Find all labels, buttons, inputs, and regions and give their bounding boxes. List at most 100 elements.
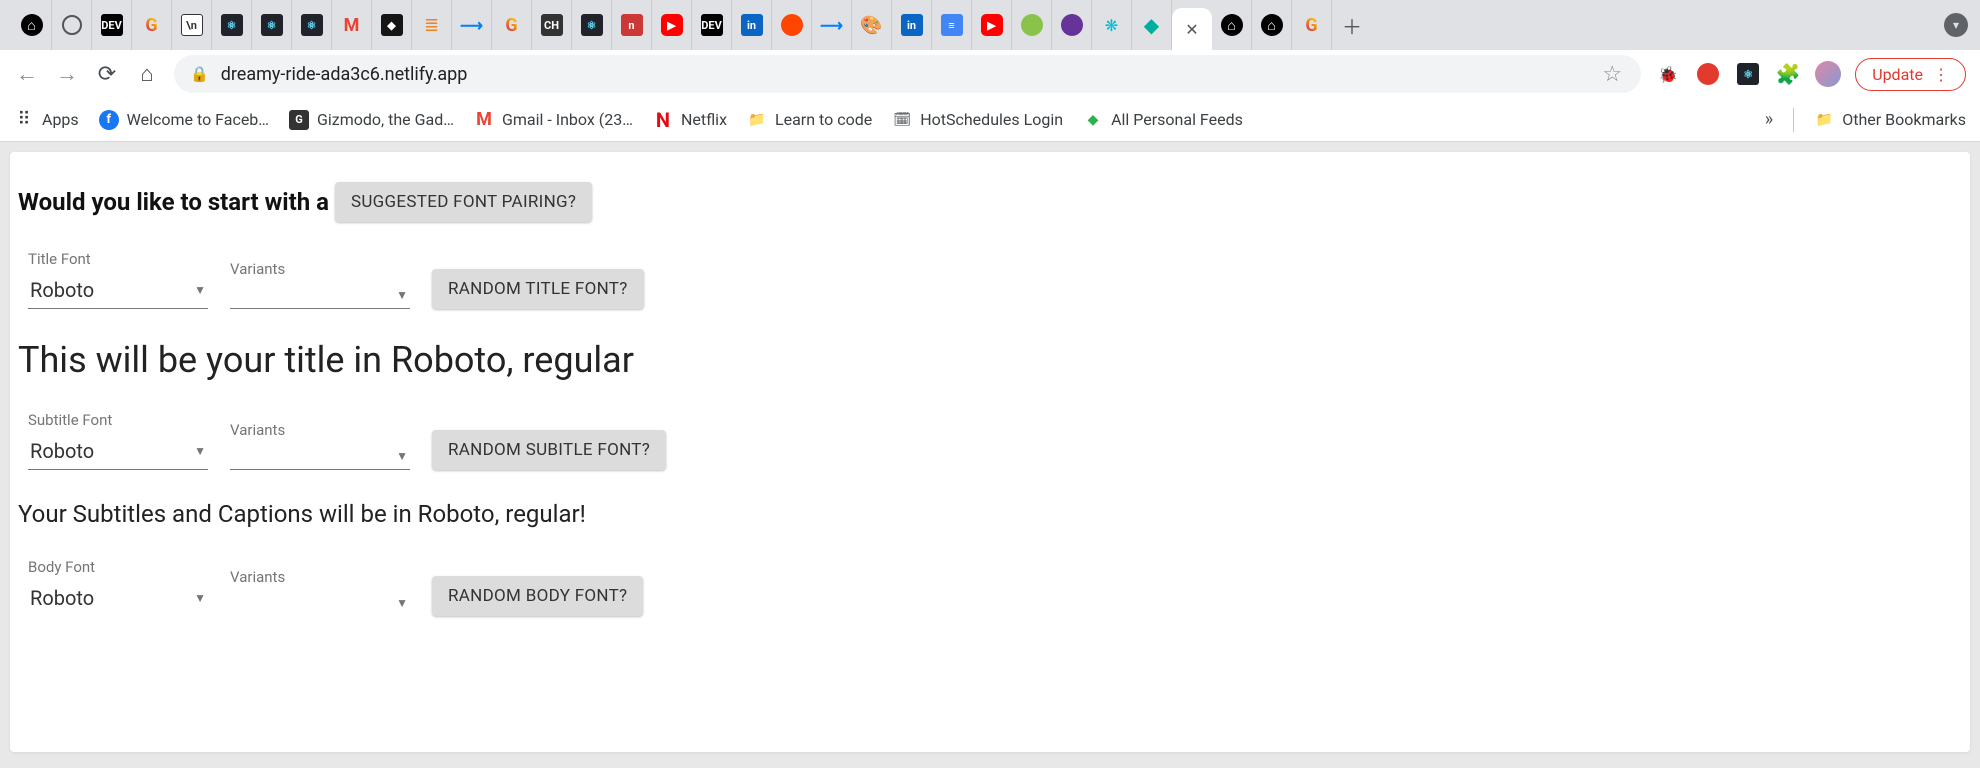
- tab-github[interactable]: ⌂: [12, 0, 52, 50]
- tab-youtube-1[interactable]: ▶: [652, 0, 692, 50]
- tab-dev[interactable]: DEV: [92, 0, 132, 50]
- gmail-icon: M: [474, 110, 494, 130]
- select-value: Roboto: [30, 439, 94, 463]
- title-font-select[interactable]: Title Font Roboto ▼: [28, 250, 208, 309]
- ublock-icon[interactable]: [1695, 61, 1721, 87]
- tab-react-2[interactable]: ⚛: [252, 0, 292, 50]
- bookmark-apps[interactable]: ⠿ Apps: [14, 110, 79, 130]
- subtitle-font-select[interactable]: Subtitle Font Roboto ▼: [28, 411, 208, 470]
- tab-docs[interactable]: ≡: [932, 0, 972, 50]
- tab-menu-button[interactable]: ▾: [1944, 13, 1968, 37]
- apps-icon: ⠿: [14, 110, 34, 130]
- bookmark-label: Gizmodo, the Gad…: [317, 110, 454, 129]
- tab-linkedin-1[interactable]: in: [732, 0, 772, 50]
- tab-npm[interactable]: n: [612, 0, 652, 50]
- tab-gmail[interactable]: M: [332, 0, 372, 50]
- forward-button[interactable]: →: [54, 61, 80, 87]
- subtitle-font-row: Subtitle Font Roboto ▼ Variants ▼ RANDOM…: [18, 411, 1962, 470]
- tab-green[interactable]: [1012, 0, 1052, 50]
- random-subtitle-font-button[interactable]: RANDOM SUBITLE FONT?: [432, 430, 666, 470]
- body-font-select[interactable]: Body Font Roboto ▼: [28, 558, 208, 616]
- subtitle-variants-select[interactable]: Variants ▼: [230, 421, 410, 470]
- tab-stack[interactable]: ≣: [412, 0, 452, 50]
- body-variants-select[interactable]: Variants ▼: [230, 568, 410, 616]
- subtitle-preview: Your Subtitles and Captions will be in R…: [18, 500, 1962, 528]
- bookmark-hotschedules[interactable]: 🗓 HotSchedules Login: [892, 110, 1063, 130]
- bookmark-facebook[interactable]: f Welcome to Faceb…: [99, 110, 269, 130]
- tab-teal[interactable]: ❋: [1092, 0, 1132, 50]
- chevron-down-icon: ▼: [396, 288, 408, 302]
- bookmarks-overflow[interactable]: »: [1765, 109, 1773, 130]
- select-label: Variants: [230, 421, 410, 439]
- select-value: Roboto: [30, 586, 94, 610]
- tab-github-2[interactable]: ⌂: [1212, 0, 1252, 50]
- address-bar[interactable]: 🔒 dreamy-ride-ada3c6.netlify.app ☆: [174, 55, 1641, 93]
- bookmarks-bar: ⠿ Apps f Welcome to Faceb… G Gizmodo, th…: [0, 98, 1980, 142]
- tab-ch[interactable]: CH: [532, 0, 572, 50]
- bookmark-label: All Personal Feeds: [1111, 110, 1243, 129]
- back-button[interactable]: ←: [14, 61, 40, 87]
- title-preview: This will be your title in Roboto, regul…: [18, 339, 1962, 381]
- question-text: Would you like to start with a: [18, 188, 329, 216]
- suggested-pairing-button[interactable]: SUGGESTED FONT PAIRING?: [335, 182, 592, 222]
- tab-globe[interactable]: [52, 0, 92, 50]
- title-font-row: Title Font Roboto ▼ Variants ▼ RANDOM TI…: [18, 250, 1962, 309]
- tab-google-3[interactable]: G: [1292, 0, 1332, 50]
- plus-icon: ＋: [1342, 11, 1362, 40]
- browser-toolbar: ← → ⟳ ⌂ 🔒 dreamy-ride-ada3c6.netlify.app…: [0, 50, 1980, 98]
- tab-google-2[interactable]: G: [492, 0, 532, 50]
- bookmark-gizmodo[interactable]: G Gizmodo, the Gad…: [289, 110, 454, 130]
- react-devtools-icon[interactable]: ⚛: [1735, 61, 1761, 87]
- bookmark-learn[interactable]: 📁 Learn to code: [747, 110, 872, 130]
- tab-mui-1[interactable]: ⟶: [452, 0, 492, 50]
- tab-github-3[interactable]: ⌂: [1252, 0, 1292, 50]
- bookmark-gmail[interactable]: M Gmail - Inbox (23…: [474, 110, 633, 130]
- bug-icon[interactable]: 🐞: [1655, 61, 1681, 87]
- chevron-down-icon: ▾: [1953, 18, 1959, 32]
- random-title-font-button[interactable]: RANDOM TITLE FONT?: [432, 269, 644, 309]
- bookmark-label: Gmail - Inbox (23…: [502, 110, 633, 129]
- tab-dev-2[interactable]: DEV: [692, 0, 732, 50]
- tab-react-3[interactable]: ⚛: [292, 0, 332, 50]
- select-label: Body Font: [28, 558, 208, 576]
- star-icon[interactable]: ☆: [1599, 62, 1625, 87]
- tab-react-4[interactable]: ⚛: [572, 0, 612, 50]
- select-label: Title Font: [28, 250, 208, 268]
- profile-avatar[interactable]: [1815, 61, 1841, 87]
- update-label: Update: [1872, 65, 1923, 84]
- tab-misc-1[interactable]: 🎨: [852, 0, 892, 50]
- bookmark-other[interactable]: 📁 Other Bookmarks: [1814, 110, 1966, 130]
- tab-gatsby[interactable]: [1052, 0, 1092, 50]
- bookmark-feeds[interactable]: ◆ All Personal Feeds: [1083, 110, 1243, 130]
- extensions-icon[interactable]: 🧩: [1775, 61, 1801, 87]
- bookmark-label: HotSchedules Login: [920, 110, 1063, 129]
- update-button[interactable]: Update ⋮: [1855, 58, 1966, 91]
- page-wrapper: Would you like to start with a SUGGESTED…: [0, 142, 1980, 762]
- tab-notion[interactable]: \n: [172, 0, 212, 50]
- select-label: Variants: [230, 568, 410, 586]
- home-button[interactable]: ⌂: [134, 61, 160, 87]
- gizmodo-icon: G: [289, 110, 309, 130]
- tab-active[interactable]: ✕: [1172, 8, 1212, 50]
- url-text: dreamy-ride-ada3c6.netlify.app: [221, 64, 468, 85]
- new-tab-button[interactable]: ＋: [1332, 0, 1372, 50]
- chevron-down-icon: ▼: [396, 449, 408, 463]
- close-icon[interactable]: ✕: [1185, 20, 1198, 39]
- tab-netlify[interactable]: ◆: [1132, 0, 1172, 50]
- title-variants-select[interactable]: Variants ▼: [230, 260, 410, 309]
- tab-linkedin-2[interactable]: in: [892, 0, 932, 50]
- tab-codesandbox[interactable]: ◆: [372, 0, 412, 50]
- bookmark-netflix[interactable]: N Netflix: [653, 110, 727, 130]
- tab-react-1[interactable]: ⚛: [212, 0, 252, 50]
- tab-mui-2[interactable]: ⟶: [812, 0, 852, 50]
- random-body-font-button[interactable]: RANDOM BODY FONT?: [432, 576, 643, 616]
- select-label: Variants: [230, 260, 410, 278]
- reload-button[interactable]: ⟳: [94, 62, 120, 87]
- facebook-icon: f: [99, 110, 119, 130]
- folder-icon: 📁: [747, 110, 767, 130]
- chevron-down-icon: ▼: [194, 444, 206, 458]
- tab-orange[interactable]: [772, 0, 812, 50]
- tab-google-1[interactable]: G: [132, 0, 172, 50]
- page-card: Would you like to start with a SUGGESTED…: [10, 152, 1970, 752]
- tab-youtube-2[interactable]: ▶: [972, 0, 1012, 50]
